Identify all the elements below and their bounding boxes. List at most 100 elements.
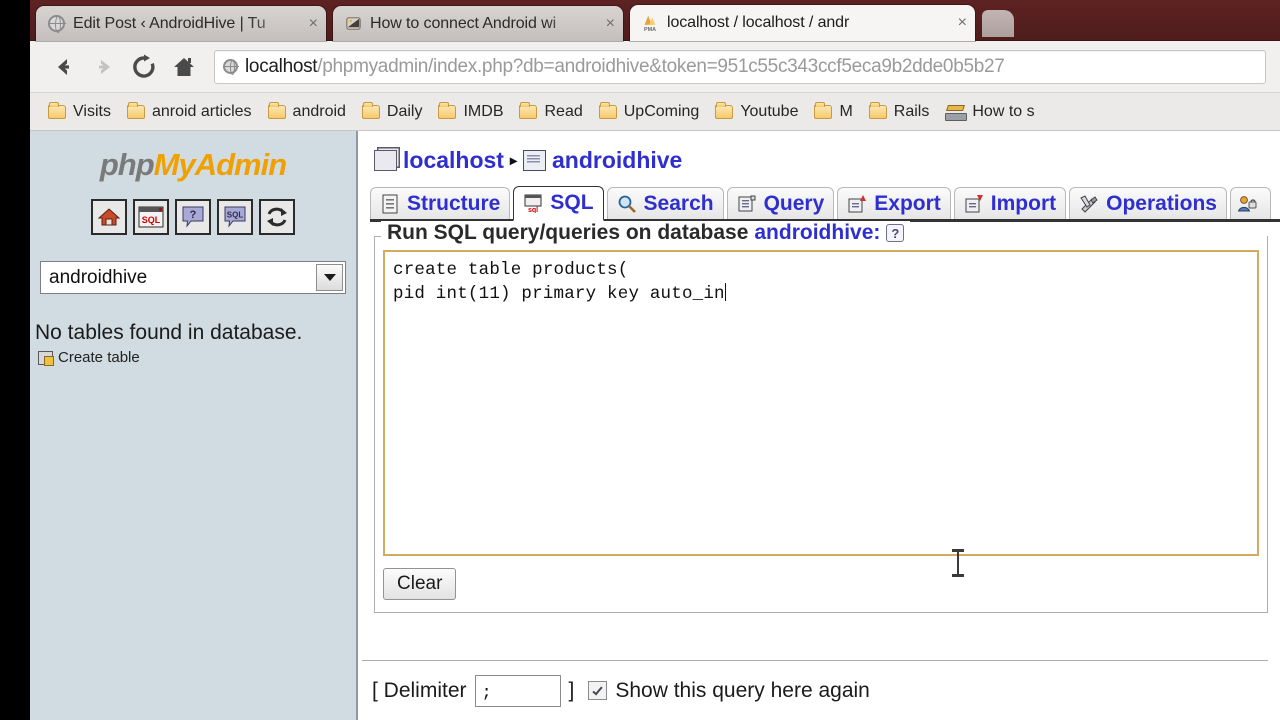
tab-close-icon[interactable]: × bbox=[958, 15, 967, 31]
delimiter-row: [ Delimiter ; ] Show this query here aga… bbox=[362, 660, 1268, 720]
bookmark-label: M bbox=[839, 102, 853, 120]
chevron-down-icon[interactable] bbox=[316, 264, 343, 291]
bookmark-label: IMDB bbox=[463, 102, 504, 120]
breadcrumb: localhost ▸ androidhive bbox=[370, 147, 1280, 174]
breadcrumb-androidhive[interactable]: androidhive bbox=[552, 147, 682, 174]
run-sql-fieldset: Run SQL query/queries on database androi… bbox=[374, 221, 1268, 613]
bookmark-label: UpComing bbox=[623, 102, 700, 120]
new-tab-button[interactable] bbox=[982, 10, 1014, 37]
folder-icon bbox=[598, 101, 617, 119]
tab-label: Query bbox=[763, 191, 825, 215]
tab-query[interactable]: Query bbox=[726, 187, 835, 219]
database-select[interactable]: androidhive bbox=[40, 261, 346, 294]
page-content: phpMyAdmin SQL ? SQL androidhive No tabl… bbox=[30, 131, 1280, 720]
reload-icon[interactable] bbox=[259, 199, 295, 235]
browser-tab-title: localhost / localhost / andr bbox=[667, 14, 850, 31]
fieldset-legend: Run SQL query/queries on database androi… bbox=[381, 221, 911, 245]
logo-myadmin: MyAdmin bbox=[153, 147, 287, 182]
sql-query-window-icon[interactable]: SQL bbox=[133, 199, 169, 235]
bookmark-label: Visits bbox=[73, 102, 111, 120]
text-caret bbox=[724, 283, 726, 301]
folder-icon bbox=[519, 101, 538, 119]
phpmyadmin-logo[interactable]: phpMyAdmin bbox=[30, 131, 356, 187]
svg-text:PMA: PMA bbox=[644, 27, 656, 33]
home-button[interactable] bbox=[164, 47, 204, 87]
back-button[interactable] bbox=[44, 47, 84, 87]
browser-tab-title: Edit Post ‹ AndroidHive | Tu bbox=[73, 14, 266, 32]
forward-button[interactable] bbox=[84, 47, 124, 87]
help-icon[interactable]: ? bbox=[175, 199, 211, 235]
privileges-icon bbox=[1237, 194, 1259, 214]
browser-tab-strip: Edit Post ‹ AndroidHive | Tu × How to co… bbox=[30, 0, 1280, 41]
delimiter-input[interactable]: ; bbox=[474, 674, 561, 707]
folder-icon bbox=[361, 101, 380, 119]
sidebar-icon-row: SQL ? SQL bbox=[30, 199, 356, 235]
breadcrumb-separator: ▸ bbox=[509, 152, 517, 168]
bookmark-anroid-articles[interactable]: anroid articles bbox=[119, 101, 260, 121]
folder-icon bbox=[267, 101, 286, 119]
svg-text:SQL: SQL bbox=[227, 211, 244, 220]
sql-icon: sql bbox=[523, 193, 545, 214]
mouse-cursor-ibeam bbox=[952, 549, 964, 577]
sql-query-textarea[interactable]: create table products( pid int(11) prima… bbox=[383, 250, 1259, 556]
reload-button[interactable] bbox=[124, 47, 164, 87]
tab-operations[interactable]: Operations bbox=[1069, 187, 1227, 219]
tab-structure[interactable]: Structure bbox=[370, 187, 511, 219]
tab-label: Search bbox=[643, 191, 714, 215]
delimiter-label: [ Delimiter bbox=[372, 678, 467, 702]
tab-label: Export bbox=[874, 191, 941, 215]
phpmyadmin-sidebar: phpMyAdmin SQL ? SQL androidhive No tabl… bbox=[30, 131, 358, 720]
clear-button[interactable]: Clear bbox=[383, 568, 457, 600]
svg-text:SQL: SQL bbox=[142, 215, 161, 225]
browser-tab-1[interactable]: How to connect Android wi × bbox=[333, 6, 623, 41]
import-icon bbox=[964, 194, 986, 214]
bookmark-imdb[interactable]: IMDB bbox=[430, 101, 511, 121]
svg-text:sql: sql bbox=[528, 207, 538, 213]
no-tables-message: No tables found in database. bbox=[35, 321, 303, 344]
show-query-checkbox[interactable] bbox=[588, 681, 608, 700]
help-icon[interactable]: ? bbox=[886, 224, 905, 242]
bookmark-rails[interactable]: Rails bbox=[861, 101, 938, 121]
browser-tab-0[interactable]: Edit Post ‹ AndroidHive | Tu × bbox=[36, 6, 326, 41]
create-table-link[interactable]: Create table bbox=[38, 349, 356, 366]
browser-window: Edit Post ‹ AndroidHive | Tu × How to co… bbox=[30, 0, 1280, 720]
legend-prefix: Run SQL query/queries on database bbox=[387, 221, 749, 244]
sql-help-icon[interactable]: SQL bbox=[217, 199, 253, 235]
bookmark-read[interactable]: Read bbox=[511, 101, 590, 121]
bookmarks-bar: Visits anroid articles android Daily IMD… bbox=[30, 93, 1280, 131]
create-table-label: Create table bbox=[58, 349, 140, 366]
tab-close-icon[interactable]: × bbox=[309, 15, 318, 32]
search-icon bbox=[617, 194, 639, 214]
bookmark-label: Youtube bbox=[740, 102, 799, 120]
phpmyadmin-tab-bar: Structure sql SQL Search Query Export Im… bbox=[370, 186, 1280, 222]
structure-icon bbox=[380, 194, 402, 214]
bookmark-label: How to s bbox=[972, 102, 1035, 120]
folder-icon bbox=[48, 101, 66, 119]
bookmark-android[interactable]: android bbox=[260, 101, 354, 121]
home-icon[interactable] bbox=[91, 199, 127, 235]
browser-tab-2[interactable]: PMA localhost / localhost / andr × bbox=[630, 5, 975, 41]
main-content: localhost ▸ androidhive Structure sql SQ… bbox=[358, 131, 1280, 720]
bookmark-youtube[interactable]: Youtube bbox=[707, 101, 806, 121]
export-icon bbox=[847, 194, 869, 214]
sql-query-text: create table products( pid int(11) prima… bbox=[393, 260, 725, 304]
tab-export[interactable]: Export bbox=[837, 187, 951, 219]
breadcrumb-localhost[interactable]: localhost bbox=[403, 147, 504, 174]
tab-sql[interactable]: sql SQL bbox=[513, 186, 604, 222]
tab-close-icon[interactable]: × bbox=[606, 15, 615, 32]
tab-privileges[interactable] bbox=[1229, 187, 1271, 219]
books-icon bbox=[945, 104, 968, 121]
fieldset-body: create table products( pid int(11) prima… bbox=[375, 236, 1267, 612]
browser-tab-title: How to connect Android wi bbox=[370, 14, 557, 32]
bookmark-upcoming[interactable]: UpComing bbox=[591, 101, 708, 121]
bookmark-visits[interactable]: Visits bbox=[40, 101, 119, 121]
database-icon bbox=[523, 150, 546, 171]
operations-icon bbox=[1079, 194, 1101, 214]
tab-import[interactable]: Import bbox=[953, 187, 1067, 219]
page-security-icon bbox=[223, 59, 239, 75]
bookmark-daily[interactable]: Daily bbox=[354, 101, 431, 121]
bookmark-m[interactable]: M bbox=[806, 101, 860, 121]
address-bar[interactable]: localhost/phpmyadmin/index.php?db=androi… bbox=[214, 49, 1266, 84]
bookmark-how-to-s[interactable]: How to s bbox=[937, 103, 1042, 121]
tab-search[interactable]: Search bbox=[606, 187, 724, 219]
